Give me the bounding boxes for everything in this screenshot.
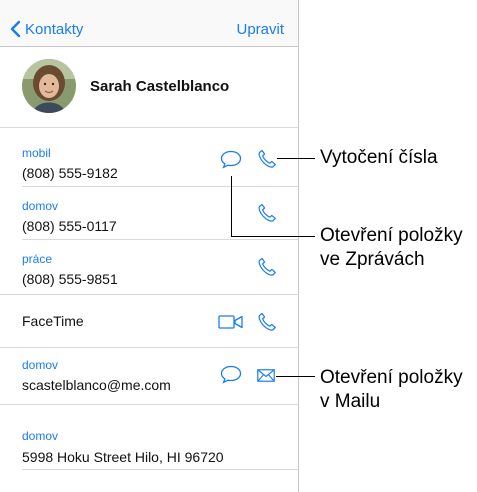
- address-row[interactable]: domov 5998 Hoku Street Hilo, HI 96720: [0, 405, 298, 469]
- edit-button[interactable]: Upravit: [236, 21, 284, 38]
- contact-name: Sarah Castelblanco: [90, 78, 230, 95]
- phone-row-home[interactable]: domov (808) 555-0117: [0, 187, 298, 239]
- callout-messages-line1: Otevření položky: [320, 225, 463, 246]
- address-value: 5998 Hoku Street Hilo, HI 96720: [22, 449, 224, 465]
- email-row[interactable]: domov scastelblanco@me.com: [0, 348, 298, 404]
- divider: [22, 469, 298, 470]
- callout-messages-line2: ve Zprávách: [320, 249, 425, 270]
- email-address: scastelblanco@me.com: [22, 377, 171, 393]
- back-button-label: Kontakty: [25, 20, 84, 38]
- callout-line-mail: [276, 376, 315, 377]
- callout-mail-line1: Otevření položky: [320, 367, 463, 388]
- address-label: domov: [22, 429, 59, 443]
- phone-icon[interactable]: [257, 312, 277, 332]
- contact-card-screen: Kontakty Upravit Sarah Castelblanco mobi…: [0, 0, 299, 492]
- phone-icon[interactable]: [257, 203, 277, 223]
- phone-label: práce: [22, 252, 53, 266]
- back-button[interactable]: Kontakty: [10, 20, 83, 38]
- callout-dial: Vytočení čísla: [320, 147, 438, 168]
- phone-row-mobile[interactable]: mobil (808) 555-9182: [0, 128, 298, 186]
- contact-header: Sarah Castelblanco: [0, 47, 298, 127]
- avatar: [22, 59, 76, 113]
- callout-line-dial: [277, 158, 315, 159]
- callout-mail-line2: v Mailu: [320, 391, 381, 412]
- callout-line-messages-horizontal: [231, 236, 315, 237]
- navigation-bar: Kontakty Upravit: [0, 0, 298, 47]
- message-bubble-icon[interactable]: [220, 150, 242, 169]
- phone-label: domov: [22, 199, 59, 213]
- facetime-row[interactable]: FaceTime: [0, 295, 298, 347]
- facetime-label: FaceTime: [22, 313, 84, 329]
- phone-row-work[interactable]: práce (808) 555-9851: [0, 240, 298, 294]
- chevron-left-icon: [10, 20, 21, 38]
- video-camera-icon[interactable]: [218, 314, 244, 330]
- mail-envelope-icon[interactable]: [257, 369, 275, 382]
- phone-number: (808) 555-9851: [22, 271, 118, 287]
- phone-number: (808) 555-9182: [22, 165, 118, 181]
- phone-label: mobil: [22, 146, 51, 160]
- callout-line-messages-vertical: [231, 176, 232, 236]
- email-label: domov: [22, 358, 59, 372]
- message-bubble-icon[interactable]: [220, 365, 242, 384]
- phone-icon[interactable]: [257, 149, 277, 169]
- phone-icon[interactable]: [257, 257, 277, 277]
- phone-number: (808) 555-0117: [22, 218, 117, 234]
